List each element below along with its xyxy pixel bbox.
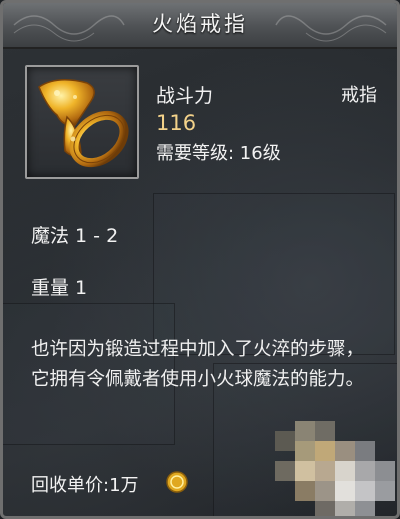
ornament-left xyxy=(13,15,125,42)
power-value: 116 xyxy=(156,111,197,135)
item-description: 也许因为锻造过程中加入了火淬的步骤，它拥有令佩戴者使用小火球魔法的能力。 xyxy=(31,339,365,390)
item-icon-slot[interactable] xyxy=(25,65,139,179)
required-level: 需要等级: 16级 xyxy=(156,143,281,164)
gold-coin-icon xyxy=(166,471,188,493)
title-bar: 火焰戒指 xyxy=(3,3,397,49)
stone-texture xyxy=(153,193,395,355)
item-type: 戒指 xyxy=(341,85,377,106)
pixelated-region xyxy=(275,421,395,516)
power-label: 战斗力 xyxy=(156,85,214,107)
ornament-right xyxy=(275,15,387,42)
item-tooltip-panel: 火焰戒指 战斗力 戒指 116 需要等级: 16级 魔法 1 - 2 重量 1 … xyxy=(0,0,400,519)
weight-stat: 重量 1 xyxy=(31,277,88,299)
magic-stat: 魔法 1 - 2 xyxy=(31,225,119,247)
recycle-price: 回收单价:1万 xyxy=(31,475,139,496)
item-name: 火焰戒指 xyxy=(152,12,248,36)
fire-ring-icon xyxy=(38,79,129,168)
